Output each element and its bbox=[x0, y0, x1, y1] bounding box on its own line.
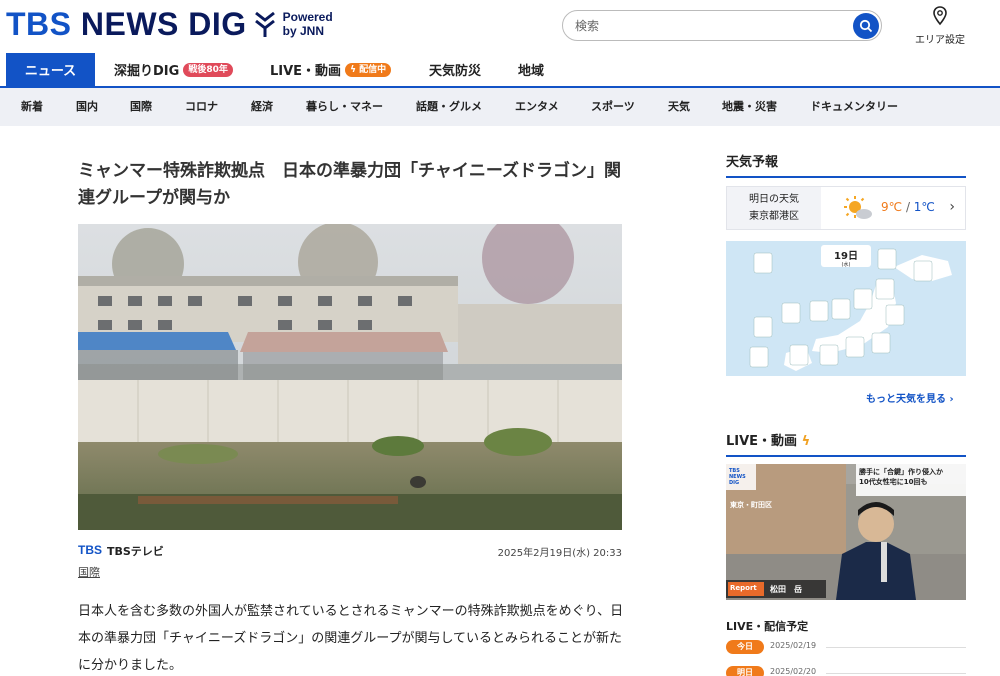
postwar-80-badge: 戦後80年 bbox=[183, 62, 233, 77]
more-weather-link[interactable]: もっと天気を見る › bbox=[866, 390, 954, 405]
compound-photo bbox=[78, 224, 622, 530]
source-name[interactable]: TBSテレビ bbox=[107, 543, 164, 559]
category-earthquake-disaster[interactable]: 地震・災害 bbox=[722, 88, 777, 126]
area-settings-label: エリア設定 bbox=[915, 35, 965, 46]
article-title: ミャンマー特殊詐欺拠点 日本の準暴力団「チャイニーズドラゴン」関連グループが関与… bbox=[78, 161, 621, 208]
search-icon bbox=[859, 19, 873, 33]
live-video-heading: LIVE・動画 ϟ bbox=[726, 430, 966, 457]
article-category-link[interactable]: 国際 bbox=[78, 564, 100, 580]
category-topics-gourmet[interactable]: 話題・グルメ bbox=[416, 88, 482, 126]
nav-region[interactable]: 地域 bbox=[518, 53, 544, 86]
article-hero-image bbox=[78, 224, 622, 530]
weather-location: 明日の天気 東京都港区 bbox=[727, 187, 821, 229]
chevron-right-icon: › bbox=[949, 199, 955, 215]
nav-news-label: ニュース bbox=[24, 64, 77, 79]
nav-news[interactable]: ニュース bbox=[6, 53, 95, 86]
article-body: 日本人を含む多数の外国人が監禁されているとされるミャンマーの特殊詐欺拠点をめぐり… bbox=[78, 604, 624, 673]
video-caption-line1: 勝手に「合鍵」作り侵入か bbox=[859, 468, 943, 476]
dig-logo-icon bbox=[254, 11, 275, 37]
category-weather[interactable]: 天気 bbox=[668, 88, 690, 126]
weather-temperature: 9℃ / 1℃ bbox=[881, 200, 935, 214]
category-international[interactable]: 国際 bbox=[130, 88, 152, 126]
lightning-icon: ϟ bbox=[350, 64, 356, 75]
location-pin-icon bbox=[933, 6, 947, 26]
main-nav: ニュース 深掘りDIG 戦後80年 LIVE・動画 ϟ 配信中 天気防災 地域 bbox=[0, 53, 1000, 86]
map-date: 19日 bbox=[834, 250, 858, 262]
search-button[interactable] bbox=[853, 13, 879, 39]
category-corona[interactable]: コロナ bbox=[185, 88, 218, 126]
live-video-thumbnail[interactable]: TBS NEWS DIG 勝手に「合鍵」作り侵入か 10代女性宅に10回も 東京… bbox=[726, 464, 966, 600]
article-meta: TBS TBSテレビ 2025年2月19日(水) 20:33 bbox=[78, 542, 622, 560]
schedule-date: 2025/02/20 bbox=[770, 667, 817, 676]
category-documentary[interactable]: ドキュメンタリー bbox=[810, 88, 898, 126]
more-weather-label: もっと天気を見る bbox=[866, 394, 946, 405]
map-weekday: (水) bbox=[842, 261, 851, 268]
nav-live-video[interactable]: LIVE・動画 ϟ 配信中 bbox=[270, 53, 392, 86]
category-life-money[interactable]: 暮らし・マネー bbox=[306, 88, 383, 126]
weather-place: 東京都港区 bbox=[749, 211, 799, 222]
live-video-heading-label: LIVE・動画 bbox=[726, 434, 798, 449]
site-logo[interactable]: TBS NEWS DIG Powered by JNN bbox=[6, 6, 333, 42]
nav-weather-disaster-label: 天気防災 bbox=[429, 64, 482, 79]
sunny-cloudy-icon bbox=[844, 196, 872, 219]
reporter-tag: Report bbox=[730, 584, 757, 592]
video-channel-logo: TBS NEWS DIG bbox=[729, 468, 746, 486]
category-domestic[interactable]: 国内 bbox=[76, 88, 98, 126]
weather-heading-label: 天気予報 bbox=[726, 155, 779, 170]
schedule-day-pill: 今日 bbox=[726, 640, 764, 654]
schedule-day-pill: 明日 bbox=[726, 666, 764, 676]
schedule-row[interactable]: 明日 2025/02/20 bbox=[726, 666, 966, 676]
category-economy[interactable]: 経済 bbox=[251, 88, 273, 126]
nav-deep-dig-label: 深掘りDIG bbox=[114, 64, 180, 79]
video-caption: 勝手に「合鍵」作り侵入か 10代女性宅に10回も bbox=[859, 467, 943, 487]
powered-by-jnn: Powered by JNN bbox=[282, 10, 333, 38]
publish-date: 2025年2月19日(水) 20:33 bbox=[497, 548, 622, 559]
category-entertainment[interactable]: エンタメ bbox=[515, 88, 559, 126]
tbs-source-logo: TBS bbox=[78, 543, 102, 557]
streaming-badge-label: 配信中 bbox=[359, 64, 387, 75]
search-input[interactable] bbox=[575, 17, 845, 35]
site-header: TBS NEWS DIG Powered by JNN エリア設定 bbox=[0, 0, 1000, 52]
weather-map[interactable]: 19日 (水) bbox=[726, 241, 966, 376]
temp-high: 9℃ bbox=[881, 200, 903, 214]
schedule-divider bbox=[826, 673, 966, 674]
area-settings-button[interactable]: エリア設定 bbox=[908, 6, 972, 46]
weather-day: 明日の天気 bbox=[749, 194, 799, 205]
video-caption-line2: 10代女性宅に10回も bbox=[859, 478, 928, 486]
schedule-row[interactable]: 今日 2025/02/19 bbox=[726, 640, 966, 654]
japan-weather-map: 19日 (水) bbox=[726, 241, 966, 376]
temp-low: 1℃ bbox=[913, 200, 935, 214]
nav-weather-disaster[interactable]: 天気防災 bbox=[429, 53, 481, 86]
reporter-name: 松田 岳 bbox=[770, 585, 802, 594]
nav-region-label: 地域 bbox=[518, 64, 545, 79]
logo-wordmark: TBS NEWS DIG bbox=[6, 6, 247, 42]
schedule-divider bbox=[826, 647, 966, 648]
lightning-icon: ϟ bbox=[801, 434, 811, 449]
category-nav: 新着 国内 国際 コロナ 経済 暮らし・マネー 話題・グルメ エンタメ スポーツ… bbox=[0, 86, 1000, 126]
video-station-label: 東京・町田区 bbox=[730, 501, 772, 509]
temp-separator: / bbox=[902, 200, 914, 214]
search-box bbox=[562, 10, 882, 41]
schedule-date: 2025/02/19 bbox=[770, 641, 817, 650]
live-schedule-heading: LIVE・配信予定 bbox=[726, 620, 809, 633]
nav-deep-dig[interactable]: 深掘りDIG 戦後80年 bbox=[114, 53, 233, 86]
nav-live-video-label: LIVE・動画 bbox=[270, 64, 342, 79]
weather-forecast-card[interactable]: 明日の天気 東京都港区 9℃ / 1℃ › bbox=[726, 186, 966, 230]
streaming-badge: ϟ 配信中 bbox=[345, 62, 392, 77]
category-sports[interactable]: スポーツ bbox=[591, 88, 635, 126]
category-new[interactable]: 新着 bbox=[21, 88, 43, 126]
weather-heading: 天気予報 bbox=[726, 151, 966, 178]
chevron-right-icon: › bbox=[949, 394, 954, 405]
